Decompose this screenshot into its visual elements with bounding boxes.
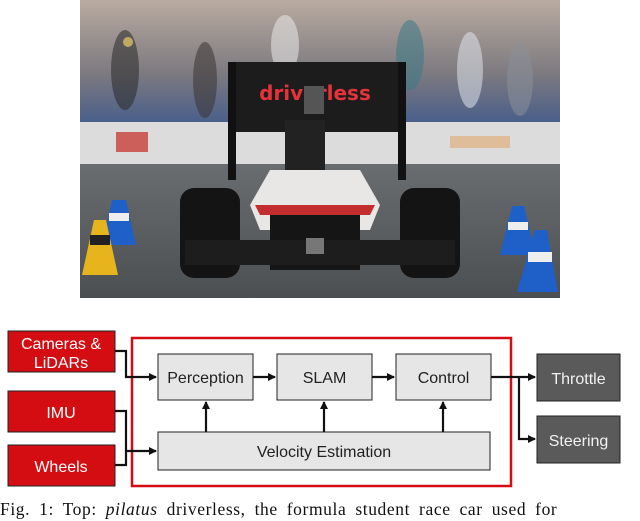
pipeline-diagram: Cameras & LiDARs IMU Wheels Perception S… [7, 330, 621, 488]
throttle-label: Throttle [551, 371, 605, 388]
caption-rest: driverless, the formula student race car… [157, 499, 558, 519]
input-cameras-lidars: Cameras & LiDARs [7, 330, 116, 373]
steering-label: Steering [549, 433, 609, 450]
edge-wheels-velocity [115, 447, 157, 467]
perception-label: Perception [167, 370, 244, 387]
edge-control-steering [517, 377, 536, 443]
edge-imu-velocity [115, 409, 128, 451]
block-slam: SLAM [276, 353, 373, 401]
output-steering: Steering [536, 415, 621, 464]
block-control: Control [395, 353, 492, 401]
velocity-estimation-label: Velocity Estimation [257, 444, 391, 461]
caption-car-name: pilatus [105, 499, 158, 519]
wheels-label: Wheels [34, 459, 87, 476]
block-perception: Perception [157, 353, 254, 401]
cameras-label-line1: Cameras & [21, 336, 101, 353]
caption-prefix: Fig. 1: Top: [0, 499, 106, 519]
input-wheels: Wheels [7, 444, 116, 487]
imu-label: IMU [46, 405, 75, 422]
race-car-photo: driverless [80, 0, 560, 298]
block-velocity-estimation: Velocity Estimation [157, 431, 491, 471]
cameras-label-line2: LiDARs [34, 355, 88, 372]
input-imu: IMU [7, 390, 116, 433]
figure-caption: Fig. 1: Top: pilatus driverless, the for… [0, 498, 640, 521]
edge-cameras-perception [115, 349, 157, 381]
output-throttle: Throttle [536, 353, 621, 402]
slam-label: SLAM [303, 370, 347, 387]
control-label: Control [418, 370, 470, 387]
